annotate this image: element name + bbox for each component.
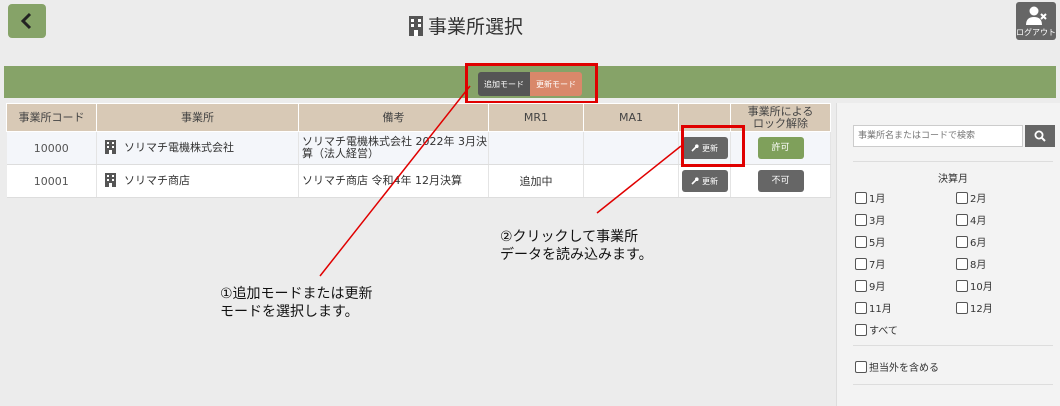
- wrench-icon: [691, 177, 699, 185]
- annotation-2: ②クリックして事業所 データを読み込みます。: [500, 229, 653, 263]
- month-checkbox[interactable]: 8月: [956, 256, 986, 271]
- table-row[interactable]: 10001 ソリマチ商店 ソリマチ商店 令和4年 12月決算 追加中 更新 不可: [6, 164, 831, 198]
- checkbox[interactable]: [956, 279, 968, 292]
- lock-deny-button[interactable]: 不可: [757, 170, 804, 192]
- update-label: 更新: [702, 143, 718, 153]
- annotation-1: ①追加モードまたは更新 モードを選択します。: [220, 286, 373, 320]
- header-action: [678, 103, 731, 132]
- checkbox[interactable]: [855, 301, 867, 314]
- month-checkbox[interactable]: 12月: [956, 300, 993, 315]
- divider: [853, 345, 1053, 346]
- office-note: ソリマチ商店 令和4年 12月決算: [298, 164, 489, 198]
- logout-label: ログアウト: [1016, 28, 1056, 37]
- building-icon: [105, 140, 116, 154]
- month-checkbox[interactable]: 10月: [956, 278, 993, 293]
- month-checkbox[interactable]: 5月: [855, 234, 885, 249]
- filter-sidebar: 決算月 1月 2月 3月 4月 5月 6月 7月 8月 9月 10月 11月 1…: [836, 103, 1060, 406]
- header-lock-release: 事業所による ロック解除: [730, 103, 831, 132]
- office-code: 10000: [6, 131, 97, 165]
- checkbox[interactable]: [855, 213, 867, 226]
- mode-toggle: 追加モード 更新モード: [478, 72, 582, 96]
- month-checkbox[interactable]: 9月: [855, 278, 885, 293]
- month-checkbox[interactable]: 3月: [855, 212, 885, 227]
- fiscal-month-label: 決算月: [938, 174, 968, 185]
- update-button[interactable]: 更新: [681, 137, 728, 159]
- checkbox[interactable]: [956, 301, 968, 314]
- chevron-left-icon: [20, 12, 32, 30]
- update-button[interactable]: 更新: [681, 170, 728, 192]
- checkbox[interactable]: [855, 235, 867, 248]
- month-checkbox[interactable]: 7月: [855, 256, 885, 271]
- checkbox[interactable]: [956, 235, 968, 248]
- office-note: ソリマチ電機株式会社 2022年 3月決算（法人経営）: [298, 131, 489, 165]
- add-mode-button[interactable]: 追加モード: [478, 72, 530, 96]
- mr1-status: 追加中: [488, 164, 584, 198]
- month-checkbox[interactable]: 11月: [855, 300, 892, 315]
- office-code: 10001: [6, 164, 97, 198]
- wrench-icon: [691, 144, 699, 152]
- checkbox[interactable]: [956, 213, 968, 226]
- checkbox[interactable]: [855, 360, 867, 373]
- checkbox[interactable]: [855, 323, 867, 336]
- checkbox[interactable]: [855, 279, 867, 292]
- logout-button[interactable]: ログアウト: [1016, 2, 1056, 40]
- divider: [853, 384, 1053, 385]
- table-row[interactable]: 10000 ソリマチ電機株式会社 ソリマチ電機株式会社 2022年 3月決算（法…: [6, 131, 831, 165]
- office-name: ソリマチ電機株式会社: [124, 141, 234, 154]
- back-button[interactable]: [8, 4, 46, 38]
- search-icon: [1034, 130, 1046, 142]
- search-button[interactable]: [1025, 125, 1055, 147]
- month-checkbox[interactable]: 2月: [956, 190, 986, 205]
- header-office-code: 事業所コード: [6, 103, 97, 132]
- ma1-status: [583, 164, 679, 198]
- update-mode-button[interactable]: 更新モード: [530, 72, 582, 96]
- header-mr1: MR1: [488, 103, 584, 132]
- update-label: 更新: [702, 176, 718, 186]
- ma1-status: [583, 131, 679, 165]
- checkbox[interactable]: [956, 257, 968, 270]
- checkbox[interactable]: [956, 191, 968, 204]
- checkbox[interactable]: [855, 191, 867, 204]
- office-table: 事業所コード 事業所 備考 MR1 MA1 事業所による ロック解除 10000…: [6, 103, 831, 198]
- building-icon: [105, 173, 116, 187]
- office-name: ソリマチ商店: [124, 174, 190, 187]
- header-ma1: MA1: [583, 103, 679, 132]
- page-title-text: 事業所選択: [428, 16, 524, 38]
- checkbox[interactable]: [855, 257, 867, 270]
- all-months-checkbox[interactable]: すべて: [855, 322, 898, 337]
- mr1-status: [488, 131, 584, 165]
- header-note: 備考: [298, 103, 489, 132]
- month-checkbox[interactable]: 1月: [855, 190, 885, 205]
- page-title: 事業所選択: [408, 12, 523, 39]
- lock-allow-button[interactable]: 許可: [757, 137, 804, 159]
- search-input[interactable]: [853, 125, 1023, 147]
- month-checkbox[interactable]: 6月: [956, 234, 986, 249]
- include-other-checkbox[interactable]: 担当外を含める: [855, 359, 939, 374]
- building-icon: [409, 15, 423, 36]
- month-checkbox[interactable]: 4月: [956, 212, 986, 227]
- divider: [853, 161, 1053, 162]
- user-logout-icon: [1026, 6, 1047, 25]
- header-office: 事業所: [96, 103, 299, 132]
